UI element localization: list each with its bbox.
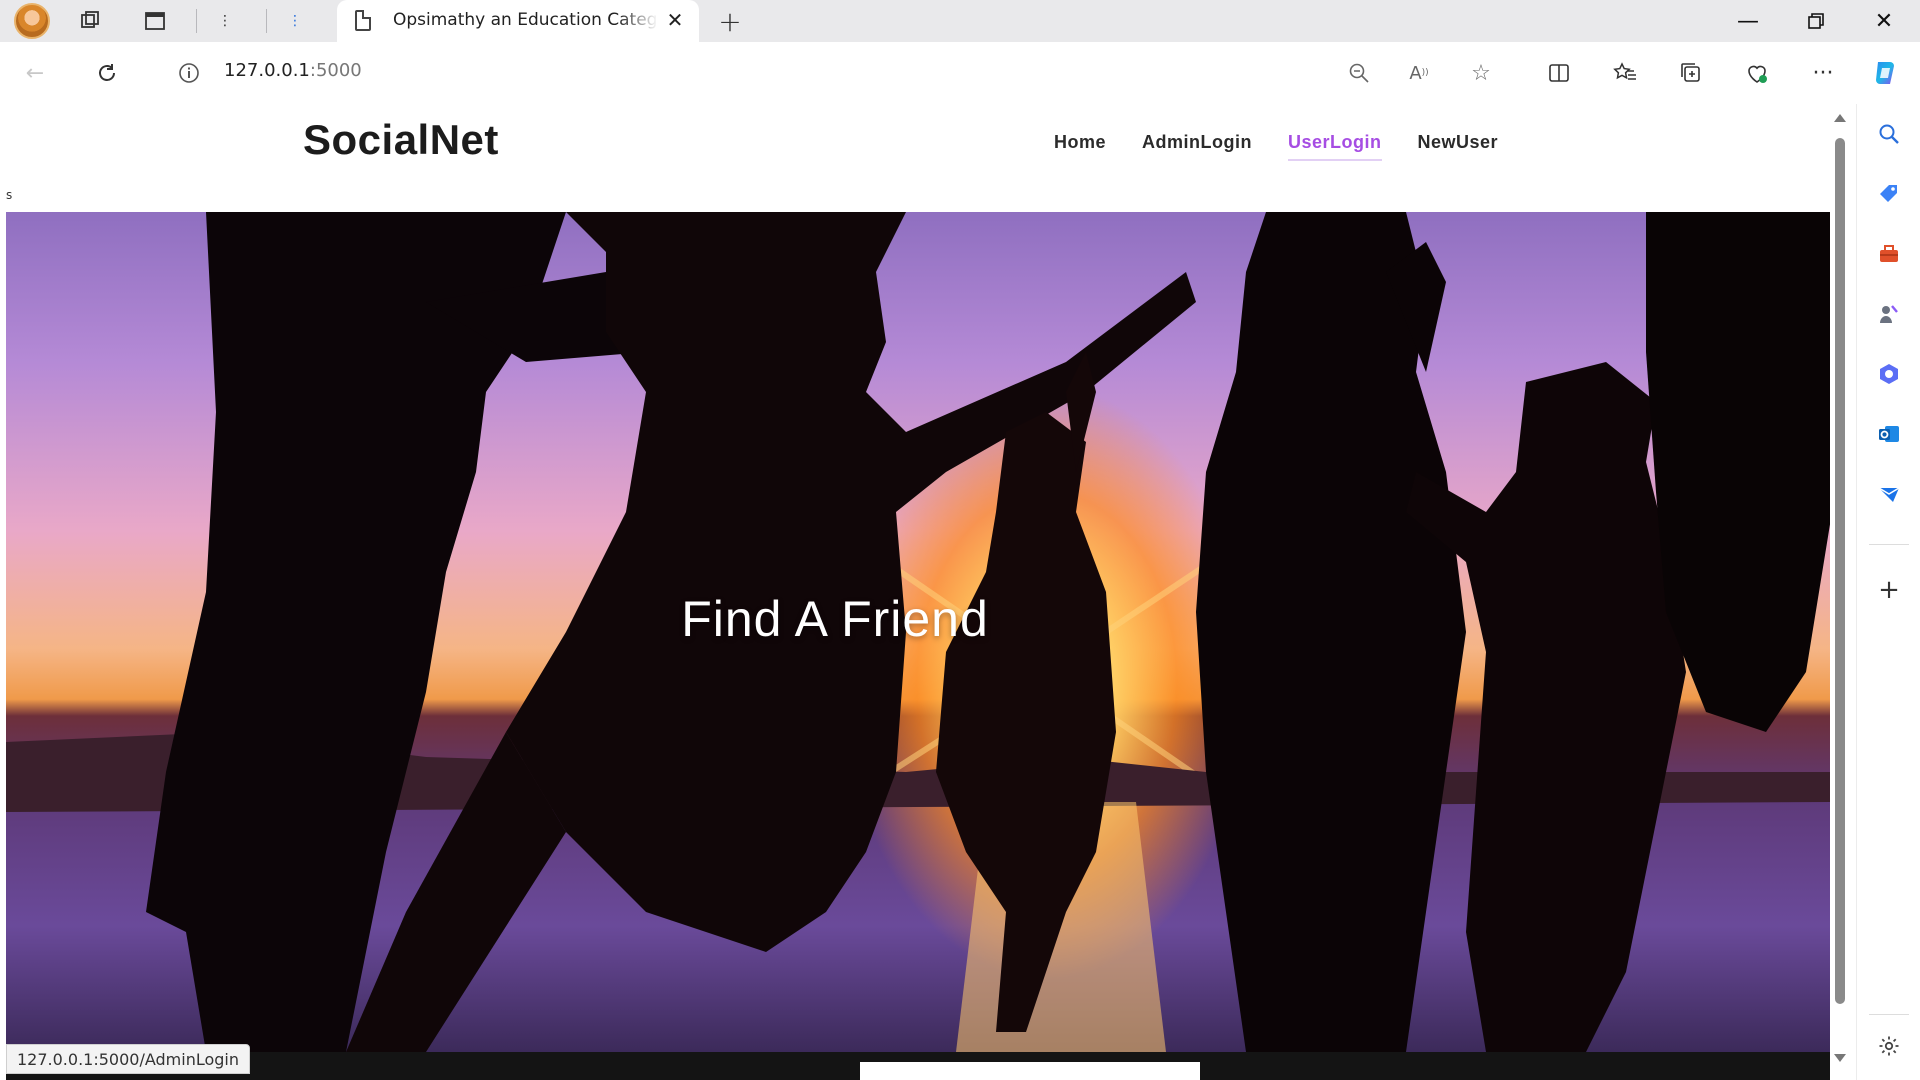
- page-bottom-highlight: [860, 1062, 1200, 1080]
- active-tab[interactable]: Opsimathy an Education Catego ✕: [337, 0, 699, 42]
- read-aloud-icon[interactable]: A)): [1402, 56, 1436, 90]
- browser-sidebar: +: [1856, 104, 1920, 1080]
- status-url-bubble: 127.0.0.1:5000/AdminLogin: [6, 1044, 250, 1074]
- tab-title: Opsimathy an Education Catego: [393, 10, 658, 30]
- address-bar[interactable]: 127.0.0.1:5000: [224, 60, 362, 81]
- collections-icon[interactable]: [1674, 56, 1708, 90]
- workspaces-icon[interactable]: [74, 5, 108, 37]
- profile-avatar[interactable]: [14, 3, 50, 39]
- copilot-icon[interactable]: [1868, 56, 1902, 90]
- new-tab-button[interactable]: +: [712, 4, 748, 38]
- scroll-down-arrow-icon[interactable]: [1834, 1054, 1846, 1062]
- close-window-button[interactable]: ✕: [1852, 0, 1916, 42]
- zoom-out-icon[interactable]: [1342, 56, 1376, 90]
- tab-strip: ⋮ ⋮ Opsimathy an Education Catego ✕ + — …: [0, 0, 1920, 42]
- close-tab-icon[interactable]: ✕: [663, 8, 687, 32]
- pinned-tab-icon[interactable]: ⋮: [208, 5, 242, 37]
- games-icon[interactable]: [1873, 298, 1905, 330]
- divider: [266, 9, 267, 33]
- site-logo[interactable]: SocialNet: [303, 116, 499, 164]
- vertical-scrollbar[interactable]: [1830, 110, 1850, 1070]
- address-toolbar: ← 127.0.0.1:5000 A)) ☆ ···: [0, 42, 1920, 104]
- tab-actions-icon[interactable]: [138, 5, 172, 37]
- divider: [1869, 544, 1909, 545]
- split-screen-icon[interactable]: [1542, 56, 1576, 90]
- nav-userlogin[interactable]: UserLogin: [1288, 132, 1382, 161]
- nav-adminlogin[interactable]: AdminLogin: [1142, 132, 1252, 161]
- browser-essentials-icon[interactable]: [1740, 56, 1774, 90]
- refresh-icon[interactable]: [90, 56, 124, 90]
- stray-text: s: [6, 188, 13, 202]
- scroll-thumb[interactable]: [1835, 138, 1845, 1004]
- favorite-star-icon[interactable]: ☆: [1464, 56, 1498, 90]
- shopping-tag-icon[interactable]: [1873, 178, 1905, 210]
- hero-banner: Find A Friend: [6, 212, 1830, 1052]
- microsoft-365-icon[interactable]: [1873, 358, 1905, 390]
- divider: [1869, 1014, 1909, 1015]
- hero-title: Find A Friend: [681, 591, 989, 647]
- divider: [196, 9, 197, 33]
- page-viewport: SocialNet Home AdminLogin UserLogin NewU…: [0, 104, 1830, 1080]
- minimize-button[interactable]: —: [1716, 0, 1780, 42]
- nav-newuser[interactable]: NewUser: [1418, 132, 1499, 161]
- scroll-up-arrow-icon[interactable]: [1834, 114, 1846, 122]
- search-icon[interactable]: [1873, 118, 1905, 150]
- site-info-icon[interactable]: [172, 56, 206, 90]
- site-nav: Home AdminLogin UserLogin NewUser: [1054, 132, 1534, 161]
- url-host: 127.0.0.1: [224, 60, 310, 81]
- restore-button[interactable]: [1784, 0, 1848, 42]
- nav-home[interactable]: Home: [1054, 132, 1106, 161]
- document-icon: [355, 10, 371, 31]
- drop-send-icon[interactable]: [1873, 478, 1905, 510]
- url-port: :5000: [309, 60, 362, 81]
- outlook-icon[interactable]: [1873, 418, 1905, 450]
- pinned-tab-icon[interactable]: ⋮: [278, 5, 312, 37]
- back-arrow-icon[interactable]: ←: [18, 56, 52, 90]
- more-options-icon[interactable]: ···: [1806, 56, 1840, 90]
- tools-briefcase-icon[interactable]: [1873, 238, 1905, 270]
- favorites-icon[interactable]: [1608, 56, 1642, 90]
- settings-gear-icon[interactable]: [1873, 1030, 1905, 1062]
- add-sidebar-app-icon[interactable]: +: [1873, 574, 1905, 606]
